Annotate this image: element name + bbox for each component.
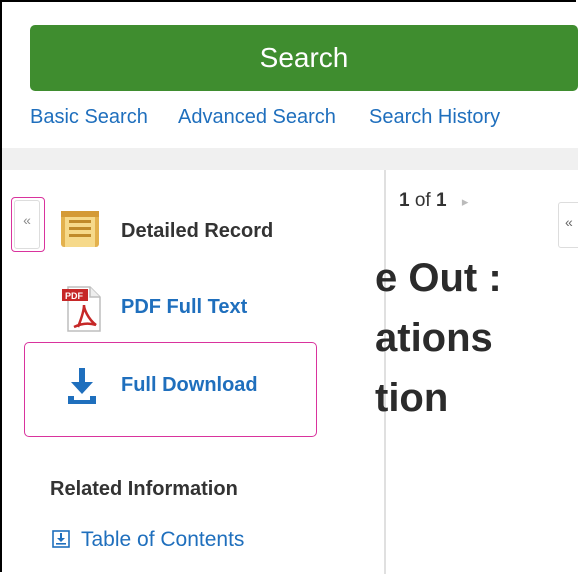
record-title-line: tion	[375, 376, 449, 420]
pager-total: 1	[436, 190, 447, 211]
record-content: 1 of 1 ▸ « e Out : ations tion	[375, 170, 578, 574]
pdf-full-text-link[interactable]: PDF PDF Full Text	[58, 285, 288, 335]
basic-search-link[interactable]: Basic Search	[30, 106, 148, 129]
pdf-icon: PDF	[60, 285, 104, 338]
record-title-line: e Out :	[375, 256, 502, 300]
next-result-icon[interactable]: ▸	[462, 194, 469, 209]
search-history-link[interactable]: Search History	[369, 106, 500, 129]
toc-icon	[52, 530, 70, 553]
record-title-line: ations	[375, 316, 493, 360]
detailed-record-label: Detailed Record	[121, 220, 274, 242]
pager-of: of	[414, 190, 431, 211]
download-icon	[62, 366, 102, 411]
search-button[interactable]: Search	[30, 25, 578, 91]
detailed-record-icon	[58, 207, 102, 256]
full-download-link[interactable]: Full Download	[62, 366, 292, 408]
collapse-right-panel-button[interactable]: «	[558, 202, 578, 248]
advanced-search-link[interactable]: Advanced Search	[178, 106, 336, 129]
svg-text:PDF: PDF	[65, 291, 84, 301]
related-information-heading: Related Information	[50, 478, 238, 500]
full-download-label: Full Download	[121, 374, 258, 396]
table-of-contents-label: Table of Contents	[81, 528, 245, 551]
pdf-full-text-label: PDF Full Text	[121, 296, 248, 318]
double-chevron-left-icon: «	[565, 214, 573, 230]
detailed-record-link[interactable]: Detailed Record	[58, 205, 288, 255]
pager-current: 1	[399, 190, 410, 211]
toolbar-band	[2, 148, 578, 170]
result-pager: 1 of 1 ▸	[399, 190, 468, 212]
double-chevron-left-icon: «	[14, 200, 40, 249]
collapse-sidebar-button[interactable]: «	[11, 197, 45, 252]
